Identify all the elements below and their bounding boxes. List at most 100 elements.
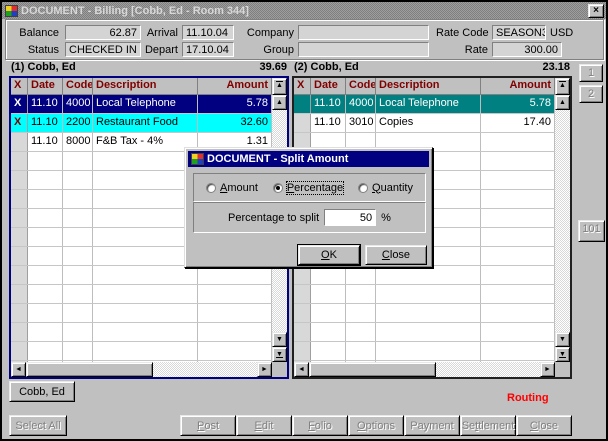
cell-x bbox=[11, 209, 28, 227]
scroll-bottom-button[interactable]: ▼ bbox=[272, 347, 287, 362]
cell-x bbox=[11, 190, 28, 208]
cell-description[interactable]: Local Telephone bbox=[376, 95, 481, 113]
grid-right-row-14 bbox=[294, 342, 555, 361]
guest-tab[interactable]: Cobb, Ed bbox=[9, 381, 75, 402]
window-button-101[interactable]: 101 bbox=[578, 220, 605, 242]
grid-left-row-2[interactable]: X11.102200Restaurant Food32.60 bbox=[11, 114, 272, 133]
scroll-up-icon[interactable]: ▲ bbox=[555, 95, 570, 110]
scroll-bottom-button[interactable]: ▼ bbox=[555, 347, 570, 362]
cell-amount bbox=[198, 342, 272, 360]
ok-button[interactable]: OK bbox=[298, 245, 360, 265]
footer-button-payment[interactable]: Payment bbox=[404, 415, 460, 436]
hscroll-thumb[interactable] bbox=[309, 362, 436, 377]
company-label: Company bbox=[244, 27, 294, 39]
scroll-right-icon[interactable]: ► bbox=[257, 362, 272, 377]
routing-indicator: Routing bbox=[507, 392, 549, 404]
cell-description bbox=[376, 323, 481, 341]
grid-right-row-1[interactable]: 11.104000Local Telephone5.78 bbox=[294, 95, 555, 114]
hscroll-track[interactable] bbox=[26, 362, 257, 377]
cell-amount bbox=[481, 190, 555, 208]
close-icon[interactable]: × bbox=[588, 4, 604, 18]
cell-date[interactable]: 11.10 bbox=[28, 133, 63, 151]
dialog-close-button[interactable]: Close bbox=[365, 245, 427, 265]
split-amount-dialog: DOCUMENT - Split Amount AmountPercentage… bbox=[184, 147, 433, 268]
cell-amount[interactable]: 5.78 bbox=[198, 95, 272, 113]
grid-left-row-1[interactable]: X11.104000Local Telephone5.78 bbox=[11, 95, 272, 114]
window-button-1[interactable]: 1 bbox=[579, 64, 603, 82]
cell-description[interactable]: Local Telephone bbox=[93, 95, 198, 113]
cell-amount[interactable]: 5.78 bbox=[481, 95, 555, 113]
cell-code[interactable]: 3010 bbox=[346, 114, 376, 132]
hscroll-thumb[interactable] bbox=[26, 362, 153, 377]
cell-description[interactable]: Copies bbox=[376, 114, 481, 132]
grid-left-row-12 bbox=[11, 304, 272, 323]
folio-1-title: (1) Cobb, Ed bbox=[11, 61, 259, 75]
footer-button-close[interactable]: Close bbox=[516, 415, 572, 436]
cell-code bbox=[63, 190, 93, 208]
cell-x[interactable] bbox=[11, 133, 28, 151]
grid-right-vscrollbar[interactable]: ▲ ▼ ▼ bbox=[555, 95, 570, 362]
scroll-top-button[interactable]: ▲ bbox=[272, 78, 287, 95]
percentage-to-split-label: Percentage to split bbox=[228, 212, 319, 224]
scroll-right-icon[interactable]: ► bbox=[540, 362, 555, 377]
cell-date bbox=[28, 304, 63, 322]
radio-quantity[interactable]: Quantity bbox=[358, 182, 413, 194]
scroll-top-button[interactable]: ▲ bbox=[555, 78, 570, 95]
cell-amount bbox=[481, 304, 555, 322]
radio-percentage[interactable]: Percentage bbox=[273, 182, 343, 194]
cell-x[interactable] bbox=[294, 95, 311, 113]
col-header-date: Date bbox=[311, 78, 346, 95]
grid-left-hscrollbar[interactable]: ◄ ► bbox=[11, 362, 287, 377]
radio-icon[interactable] bbox=[273, 183, 283, 193]
cell-description bbox=[376, 304, 481, 322]
cell-code[interactable]: 2200 bbox=[63, 114, 93, 132]
cell-date[interactable]: 11.10 bbox=[28, 95, 63, 113]
footer-button-folio[interactable]: Folio bbox=[292, 415, 348, 436]
split-type-group: Amount Percentage Quantity bbox=[193, 173, 426, 202]
cell-date[interactable]: 11.10 bbox=[28, 114, 63, 132]
scroll-down-icon[interactable]: ▼ bbox=[555, 332, 570, 347]
radio-amount[interactable]: Amount bbox=[206, 182, 258, 194]
footer-button-settlement[interactable]: Settlement bbox=[460, 415, 516, 436]
cell-code bbox=[63, 342, 93, 360]
percentage-row: Percentage to split % bbox=[193, 202, 426, 233]
scroll-up-icon[interactable]: ▲ bbox=[272, 95, 287, 110]
radio-icon[interactable] bbox=[206, 183, 216, 193]
cell-x[interactable]: X bbox=[11, 114, 28, 132]
scroll-left-icon[interactable]: ◄ bbox=[294, 362, 309, 377]
radio-icon[interactable] bbox=[358, 183, 368, 193]
cell-date[interactable]: 11.10 bbox=[311, 95, 346, 113]
footer-button-options[interactable]: Options bbox=[348, 415, 404, 436]
grid-right-hscrollbar[interactable]: ◄ ► bbox=[294, 362, 570, 377]
vscroll-track[interactable] bbox=[555, 110, 570, 332]
cell-code[interactable]: 4000 bbox=[63, 95, 93, 113]
footer-button-edit[interactable]: Edit bbox=[236, 415, 292, 436]
cell-amount[interactable]: 32.60 bbox=[198, 114, 272, 132]
scroll-down-icon[interactable]: ▼ bbox=[272, 332, 287, 347]
cell-description bbox=[93, 171, 198, 189]
cell-amount bbox=[481, 209, 555, 227]
hscroll-track[interactable] bbox=[309, 362, 540, 377]
percentage-input[interactable] bbox=[324, 209, 376, 226]
grid-left-row-11 bbox=[11, 285, 272, 304]
cell-x[interactable]: X bbox=[11, 95, 28, 113]
select-all-button[interactable]: Select All bbox=[9, 415, 67, 436]
cell-description[interactable]: F&B Tax - 4% bbox=[93, 133, 198, 151]
cell-date[interactable]: 11.10 bbox=[311, 114, 346, 132]
footer-button-post[interactable]: Post bbox=[180, 415, 236, 436]
cell-code bbox=[63, 285, 93, 303]
scrollbar-corner bbox=[272, 362, 287, 377]
currency-label: USD bbox=[550, 27, 580, 39]
cell-x[interactable] bbox=[294, 114, 311, 132]
grid-right-row-12 bbox=[294, 304, 555, 323]
col-header-code: Code bbox=[346, 78, 376, 95]
scroll-left-icon[interactable]: ◄ bbox=[11, 362, 26, 377]
cell-amount[interactable]: 17.40 bbox=[481, 114, 555, 132]
grid-right-row-2[interactable]: 11.103010Copies17.40 bbox=[294, 114, 555, 133]
radio-label: Percentage bbox=[287, 182, 343, 194]
cell-code[interactable]: 8000 bbox=[63, 133, 93, 151]
window-button-2[interactable]: 2 bbox=[579, 85, 603, 103]
cell-description[interactable]: Restaurant Food bbox=[93, 114, 198, 132]
cell-code[interactable]: 4000 bbox=[346, 95, 376, 113]
radio-label: Amount bbox=[220, 182, 258, 194]
